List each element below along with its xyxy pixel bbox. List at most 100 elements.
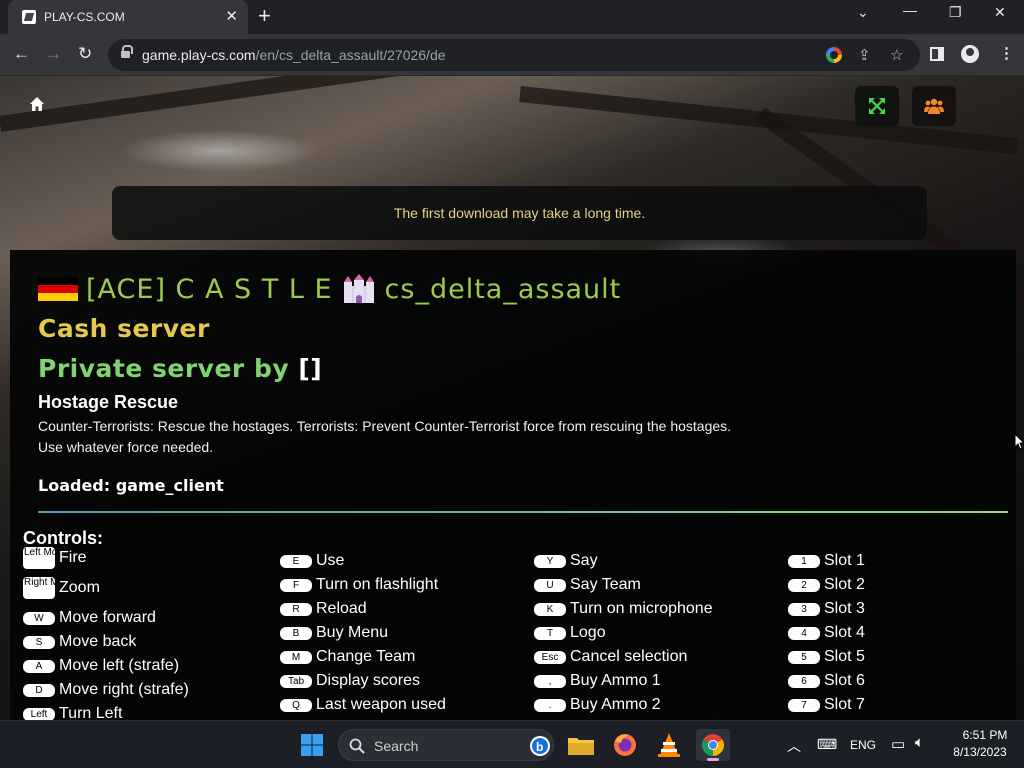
control-row: Y Say [534, 550, 598, 572]
control-label: Turn on microphone [570, 600, 713, 617]
site-favicon-icon [22, 10, 36, 24]
side-panel-icon[interactable] [930, 47, 944, 61]
firefox-icon [614, 734, 636, 756]
control-label: Turn on flashlight [316, 576, 439, 593]
vlc-button[interactable] [653, 729, 685, 761]
control-label: Buy Ammo 1 [570, 672, 661, 689]
control-row: 3 Slot 3 [788, 598, 865, 620]
control-row: S Move back [23, 631, 136, 653]
windows-start-button[interactable] [296, 729, 328, 761]
control-row: Left MouseFire [23, 547, 87, 569]
download-notice: The first download may take a long time. [112, 186, 927, 240]
new-tab-icon[interactable]: + [258, 4, 271, 28]
clock-time[interactable]: 6:51 PM [955, 728, 1015, 742]
key-cap: Tab [280, 674, 312, 688]
control-row: F Turn on flashlight [280, 574, 438, 596]
browser-tab[interactable]: PLAY-CS.COM ✕ [8, 0, 248, 34]
network-icon[interactable]: ▭ [891, 735, 905, 753]
cash-server-label: Cash server [38, 314, 210, 343]
home-button[interactable] [22, 96, 52, 120]
control-label: Buy Menu [316, 624, 389, 641]
key-cap: . [534, 698, 566, 712]
control-row: , Buy Ammo 1 [534, 670, 661, 692]
key-cap: 6 [788, 674, 820, 688]
key-cap: Right Mouse [23, 577, 55, 599]
minimize-icon[interactable]: — [903, 2, 917, 18]
language-indicator[interactable]: ENG [850, 738, 876, 752]
control-row: Tab Display scores [280, 670, 420, 692]
game-mode-title: Hostage Rescue [38, 392, 179, 412]
control-label: Fire [59, 549, 87, 566]
control-row: R Reload [280, 598, 367, 620]
control-row: B Buy Menu [280, 622, 388, 644]
back-icon[interactable]: ← [13, 44, 30, 64]
browser-tab-bar: PLAY-CS.COM ✕ + ⌄ — ❐ ✕ [0, 0, 1024, 34]
control-label: Slot 1 [824, 552, 865, 569]
url-text[interactable]: game.play-cs.com/en/cs_delta_assault/270… [142, 47, 446, 63]
google-lens-icon[interactable] [826, 47, 842, 63]
control-row: 2 Slot 2 [788, 574, 865, 596]
control-row: Right MouseZoom [23, 577, 100, 599]
volume-icon[interactable]: 🔈︎ [915, 734, 924, 751]
reload-icon[interactable]: ↻ [78, 44, 92, 64]
vlc-icon [658, 733, 680, 757]
control-row: 7 Slot 7 [788, 694, 865, 716]
tab-close-icon[interactable]: ✕ [225, 7, 238, 25]
control-label: Move right (strafe) [59, 681, 189, 698]
address-bar[interactable]: game.play-cs.com/en/cs_delta_assault/270… [108, 39, 920, 71]
browser-toolbar: ← → ↻ game.play-cs.com/en/cs_delta_assau… [0, 34, 1024, 76]
file-explorer-button[interactable] [565, 729, 597, 761]
taskbar-search[interactable]: Search b [338, 729, 554, 761]
key-cap: 7 [788, 698, 820, 712]
key-cap: B [280, 626, 312, 640]
key-cap: Left Mouse [23, 547, 55, 569]
mouse-cursor-icon [1015, 434, 1024, 450]
bookmark-star-icon[interactable]: ☆ [890, 46, 903, 64]
share-icon[interactable]: ⇪ [858, 46, 871, 64]
restore-icon[interactable]: ❐ [949, 4, 962, 21]
control-label: Move left (strafe) [59, 657, 180, 674]
divider [38, 511, 1008, 513]
control-label: Slot 5 [824, 648, 865, 665]
key-cap: A [23, 659, 55, 673]
players-button[interactable] [912, 86, 956, 126]
loaded-status: Loaded: game_client [38, 476, 224, 495]
control-label: Turn Left [59, 705, 123, 720]
private-server-label: Private server by [] [38, 354, 323, 383]
control-label: Slot 7 [824, 696, 865, 713]
key-cap: D [23, 683, 55, 697]
control-label: Slot 2 [824, 576, 865, 593]
key-cap: Q [280, 698, 312, 712]
chrome-icon [702, 734, 724, 756]
tab-title: PLAY-CS.COM [44, 10, 125, 24]
chrome-button[interactable] [696, 729, 730, 761]
controls-heading: Controls: [23, 528, 103, 548]
control-label: Cancel selection [570, 648, 688, 665]
menu-kebab-icon[interactable]: ⋮ [999, 44, 1014, 62]
key-cap: Left [23, 707, 55, 720]
key-cap: F [280, 578, 312, 592]
key-cap: E [280, 554, 312, 568]
firefox-button[interactable] [609, 729, 641, 761]
tab-search-chevron-icon[interactable]: ⌄ [857, 4, 869, 21]
search-icon [349, 738, 365, 754]
clock-date[interactable]: 8/13/2023 [945, 745, 1015, 759]
keyboard-icon[interactable]: ⌨ [817, 736, 837, 753]
control-row: M Change Team [280, 646, 415, 668]
control-label: Use [316, 552, 345, 569]
control-label: Say [570, 552, 598, 569]
window-close-icon[interactable]: ✕ [994, 4, 1006, 21]
search-label: Search [374, 738, 419, 754]
germany-flag-icon [38, 277, 78, 301]
server-info-panel: [ACE] C A S T L E cs_delta_assault Cash … [10, 250, 1016, 720]
key-cap: M [280, 650, 312, 664]
forward-icon[interactable]: → [45, 44, 62, 64]
expand-arrows-icon [869, 98, 885, 114]
key-cap: U [534, 578, 566, 592]
control-row: K Turn on microphone [534, 598, 713, 620]
profile-icon[interactable] [961, 45, 979, 63]
fullscreen-button[interactable] [855, 86, 899, 126]
control-row: 4 Slot 4 [788, 622, 865, 644]
lock-icon[interactable] [121, 45, 133, 60]
tray-overflow-chevron-icon[interactable]: ︿ [787, 736, 801, 756]
